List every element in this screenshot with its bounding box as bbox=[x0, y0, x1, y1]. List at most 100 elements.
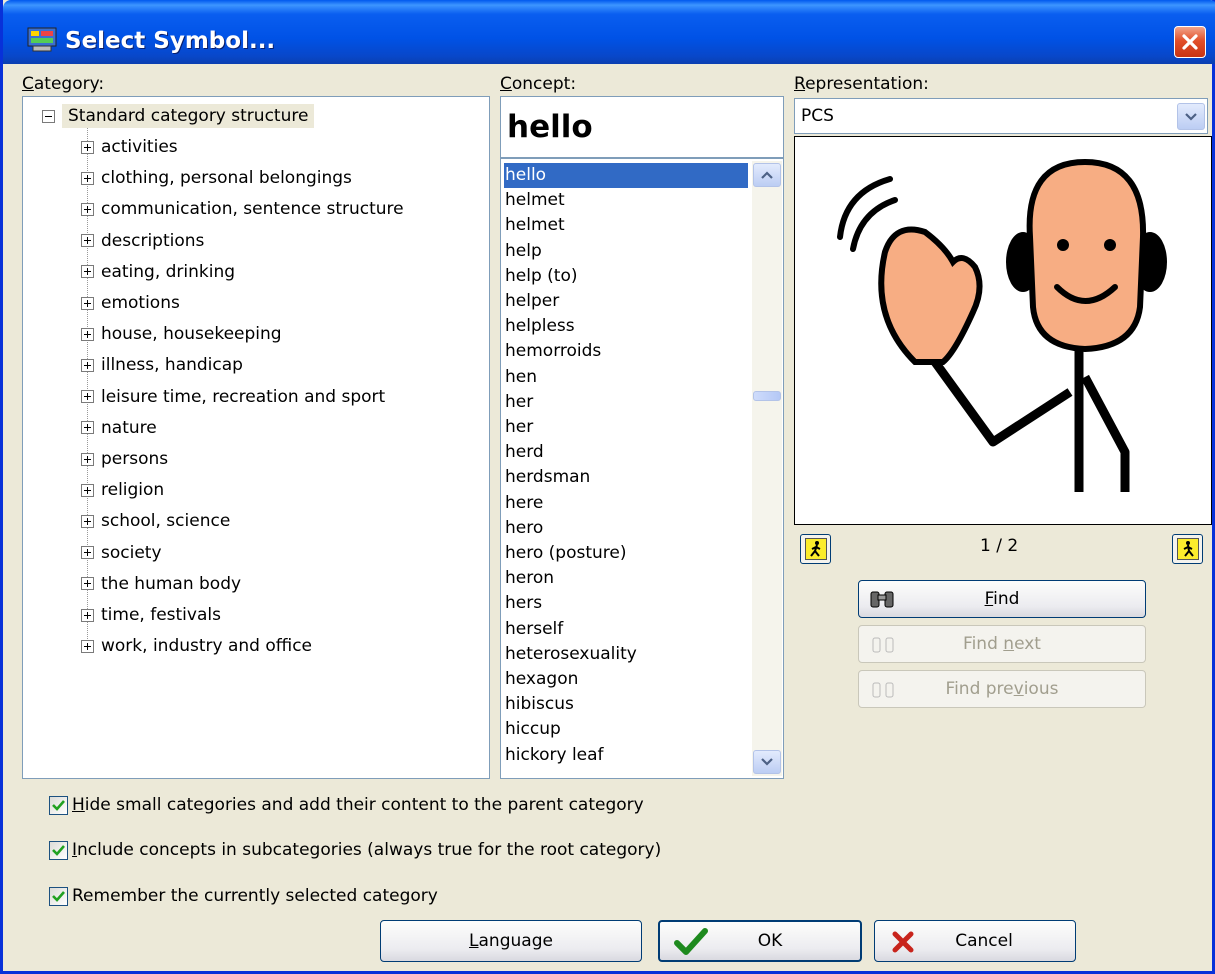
tree-item[interactable]: the human body bbox=[81, 570, 241, 598]
concept-list[interactable]: hello helmet helmet help help (to) helper help… bbox=[500, 158, 784, 779]
concept-list-item[interactable]: hero (posture) bbox=[505, 541, 626, 566]
tree-item-label: clothing, personal belongings bbox=[101, 168, 352, 189]
collapse-icon[interactable] bbox=[42, 109, 55, 123]
concept-list-item[interactable]: hibiscus bbox=[505, 692, 574, 717]
concept-list-item[interactable]: hers bbox=[505, 591, 542, 616]
concept-list-item[interactable]: hiccup bbox=[505, 717, 561, 742]
previous-symbol-button[interactable] bbox=[800, 534, 831, 564]
next-symbol-button[interactable] bbox=[1172, 534, 1203, 564]
concept-list-item[interactable]: herd bbox=[505, 440, 544, 465]
tree-item[interactable]: communication, sentence structure bbox=[81, 195, 404, 223]
tree-item-label: society bbox=[101, 542, 162, 563]
concept-list-item[interactable]: hexagon bbox=[505, 667, 578, 692]
select-symbol-dialog: Select Symbol... Category: Standard cate… bbox=[0, 0, 1215, 974]
expand-icon[interactable] bbox=[81, 483, 94, 497]
expand-icon[interactable] bbox=[81, 358, 94, 372]
tree-item[interactable]: society bbox=[81, 539, 162, 567]
scroll-up-button[interactable] bbox=[753, 163, 781, 187]
find-next-button[interactable]: Find next bbox=[858, 625, 1146, 663]
category-tree[interactable]: Standard category structure activities clo… bbox=[22, 96, 490, 779]
tree-item-label: school, science bbox=[101, 511, 231, 532]
option-checkbox-row[interactable]: Hide small categories and add their cont… bbox=[49, 793, 644, 817]
tree-item[interactable]: eating, drinking bbox=[81, 258, 235, 286]
tree-item[interactable]: descriptions bbox=[81, 227, 204, 255]
concept-list-item[interactable]: herself bbox=[505, 617, 563, 642]
expand-icon[interactable] bbox=[81, 234, 94, 248]
concept-field[interactable]: hello bbox=[500, 96, 784, 158]
tree-item[interactable]: leisure time, recreation and sport bbox=[81, 383, 385, 411]
expand-icon[interactable] bbox=[81, 577, 94, 591]
checkmark-icon bbox=[674, 928, 708, 955]
checkbox[interactable] bbox=[49, 840, 68, 860]
tree-item[interactable]: school, science bbox=[81, 507, 230, 535]
tree-item[interactable]: nature bbox=[81, 414, 157, 442]
tree-item[interactable]: illness, handicap bbox=[81, 351, 243, 379]
concept-list-item[interactable]: hen bbox=[505, 365, 537, 390]
checkmark-icon bbox=[52, 844, 65, 856]
concept-list-item[interactable]: helper bbox=[505, 289, 559, 314]
concept-list-item[interactable]: helmet bbox=[505, 188, 565, 213]
representation-select[interactable]: PCS bbox=[794, 98, 1208, 134]
concept-list-item[interactable]: help (to) bbox=[505, 264, 577, 289]
scroll-thumb[interactable] bbox=[753, 391, 781, 401]
expand-icon[interactable] bbox=[81, 546, 94, 560]
concept-value: hello bbox=[507, 109, 593, 145]
checkmark-icon bbox=[52, 799, 65, 811]
tree-item-label: the human body bbox=[101, 573, 242, 594]
expand-icon[interactable] bbox=[81, 202, 94, 216]
tree-item[interactable]: house, housekeeping bbox=[81, 320, 282, 348]
tree-item[interactable]: work, industry and office bbox=[81, 632, 312, 660]
expand-icon[interactable] bbox=[81, 639, 94, 653]
expand-icon[interactable] bbox=[81, 171, 94, 185]
concept-list-item[interactable]: her bbox=[505, 390, 533, 415]
checkbox[interactable] bbox=[49, 795, 68, 815]
expand-icon[interactable] bbox=[81, 608, 94, 622]
concept-list-item[interactable]: here bbox=[505, 491, 543, 516]
cancel-button[interactable]: Cancel bbox=[874, 920, 1076, 962]
close-button[interactable] bbox=[1174, 26, 1206, 58]
tree-item-label: emotions bbox=[101, 293, 180, 313]
concept-list-item[interactable]: hero bbox=[505, 516, 543, 541]
concept-list-item[interactable]: hickory leaf bbox=[505, 743, 604, 768]
dropdown-button[interactable] bbox=[1177, 103, 1205, 130]
tree-item[interactable]: religion bbox=[81, 476, 164, 504]
expand-icon[interactable] bbox=[81, 296, 94, 310]
concept-list-item[interactable]: her bbox=[505, 415, 533, 440]
tree-item-label: communication, sentence structure bbox=[101, 199, 404, 220]
find-previous-button[interactable]: Find previous bbox=[858, 670, 1146, 708]
expand-icon[interactable] bbox=[81, 514, 94, 528]
expand-icon[interactable] bbox=[81, 140, 94, 154]
concept-list-item[interactable]: helpless bbox=[505, 314, 575, 339]
tree-item[interactable]: persons bbox=[81, 445, 168, 473]
option-checkbox-row[interactable]: Remember the currently selected category bbox=[49, 884, 438, 908]
checkbox[interactable] bbox=[49, 886, 68, 906]
concept-list-item[interactable]: helmet bbox=[505, 213, 565, 238]
expand-icon[interactable] bbox=[81, 265, 94, 279]
binoculars-icon bbox=[872, 637, 894, 653]
tree-item-label: eating, drinking bbox=[101, 261, 236, 282]
concept-list-item[interactable]: hello bbox=[504, 163, 748, 188]
language-button[interactable]: Language bbox=[380, 920, 642, 962]
option-checkbox-row[interactable]: Include concepts in subcategories (alway… bbox=[49, 838, 661, 862]
title-bar[interactable]: Select Symbol... bbox=[3, 0, 1215, 64]
expand-icon[interactable] bbox=[81, 390, 94, 404]
ok-button[interactable]: OK bbox=[658, 920, 862, 962]
concept-list-item[interactable]: help bbox=[505, 239, 542, 264]
tree-root-item[interactable]: Standard category structure bbox=[42, 102, 315, 130]
cross-icon bbox=[892, 931, 914, 953]
scroll-down-button[interactable] bbox=[753, 750, 781, 774]
concept-list-item[interactable]: hemorroids bbox=[505, 339, 601, 364]
option-label: Hide small categories and add their cont… bbox=[72, 795, 644, 815]
concept-scrollbar[interactable] bbox=[752, 161, 782, 776]
tree-item[interactable]: clothing, personal belongings bbox=[81, 164, 352, 192]
tree-item[interactable]: activities bbox=[81, 133, 178, 161]
concept-list-item[interactable]: heterosexuality bbox=[505, 642, 637, 667]
expand-icon[interactable] bbox=[81, 421, 94, 435]
tree-item[interactable]: time, festivals bbox=[81, 601, 221, 629]
concept-list-item[interactable]: herdsman bbox=[505, 465, 590, 490]
find-button[interactable]: Find bbox=[858, 580, 1146, 618]
expand-icon[interactable] bbox=[81, 327, 94, 341]
tree-item[interactable]: emotions bbox=[81, 289, 180, 317]
expand-icon[interactable] bbox=[81, 452, 94, 466]
concept-list-item[interactable]: heron bbox=[505, 566, 554, 591]
